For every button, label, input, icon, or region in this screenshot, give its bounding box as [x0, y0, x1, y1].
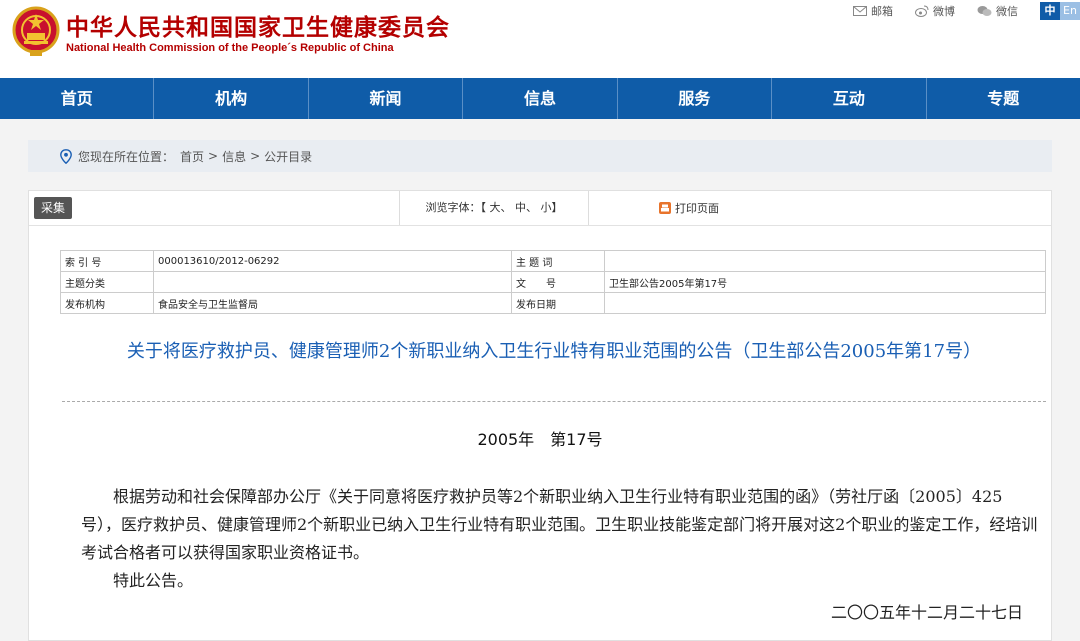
nav-organization[interactable]: 机构	[154, 78, 309, 119]
print-icon	[659, 202, 671, 214]
nav-information[interactable]: 信息	[463, 78, 618, 119]
meta-key: 主 题 词	[511, 250, 605, 272]
metadata-table: 索 引 号 000013610/2012-06292 主 题 词 主题分类 文 …	[60, 250, 1046, 314]
nav-topics[interactable]: 专题	[927, 78, 1080, 119]
mail-icon	[853, 6, 867, 16]
content-panel: 采集 浏览字体：【 大、 中、 小】 打印页面 索 引 号 000013610/…	[28, 190, 1052, 641]
site-header: 中华人民共和国国家卫生健康委员会 National Health Commiss…	[0, 0, 1080, 78]
body-paragraph: 特此公告。	[113, 571, 194, 590]
document-number: 2005年 第17号	[477, 430, 603, 449]
weibo-link[interactable]: 微博	[915, 3, 955, 19]
site-title-cn[interactable]: 中华人民共和国国家卫生健康委员会	[66, 8, 450, 42]
main-nav: 首页 机构 新闻 信息 服务 互动 专题	[0, 78, 1080, 119]
publish-date: 二〇〇五年十二月二十七日	[830, 603, 1023, 622]
national-emblem-icon[interactable]	[12, 4, 60, 58]
weibo-icon	[915, 5, 929, 17]
language-switch: 中 En	[1040, 2, 1080, 20]
collect-button[interactable]: 采集	[34, 197, 72, 219]
meta-value	[604, 292, 1046, 314]
meta-key: 索 引 号	[60, 250, 154, 272]
meta-value: 卫生部公告2005年第17号	[604, 271, 1046, 293]
nav-interaction[interactable]: 互动	[772, 78, 927, 119]
article-toolbar: 采集 浏览字体：【 大、 中、 小】 打印页面	[29, 191, 1051, 226]
top-links: 邮箱 微博 微信 中 En	[853, 2, 1080, 20]
nav-news[interactable]: 新闻	[309, 78, 464, 119]
divider	[62, 401, 1046, 402]
meta-value	[604, 250, 1046, 272]
mail-link[interactable]: 邮箱	[853, 3, 893, 19]
table-row: 索 引 号 000013610/2012-06292 主 题 词	[60, 250, 1046, 272]
table-row: 发布机构 食品安全与卫生监督局 发布日期	[60, 292, 1046, 314]
meta-key: 主题分类	[60, 271, 154, 293]
print-button[interactable]: 打印页面	[659, 191, 719, 225]
meta-key: 发布机构	[60, 292, 154, 314]
wechat-label: 微信	[996, 5, 1018, 18]
meta-value: 000013610/2012-06292	[153, 250, 512, 272]
article-title: 关于将医疗救护员、健康管理师2个新职业纳入卫生行业特有职业范围的公告（卫生部公告…	[126, 341, 982, 362]
weibo-label: 微博	[933, 5, 955, 18]
table-row: 主题分类 文 号 卫生部公告2005年第17号	[60, 271, 1046, 293]
breadcrumb: 您现在所在位置： 首页 > 信息 > 公开目录	[28, 140, 1052, 172]
wechat-link[interactable]: 微信	[977, 3, 1018, 19]
lang-cn-button[interactable]: 中	[1040, 2, 1060, 20]
nav-services[interactable]: 服务	[618, 78, 773, 119]
article-body: 根据劳动和社会保障部办公厅《关于同意将医疗救护员等2个新职业纳入卫生行业特有职业…	[81, 483, 1041, 595]
breadcrumb-information[interactable]: 信息	[222, 148, 246, 165]
location-pin-icon	[60, 148, 72, 164]
meta-key: 文 号	[511, 271, 605, 293]
print-label: 打印页面	[675, 202, 719, 215]
meta-value: 食品安全与卫生监督局	[153, 292, 512, 314]
nav-home[interactable]: 首页	[0, 78, 155, 119]
breadcrumb-catalog[interactable]: 公开目录	[264, 148, 312, 165]
site-title-en[interactable]: National Health Commission of the People…	[66, 42, 394, 54]
meta-key: 发布日期	[511, 292, 605, 314]
breadcrumb-prefix: 您现在所在位置：	[78, 149, 175, 164]
font-size-control[interactable]: 浏览字体：【 大、 中、 小】	[399, 191, 589, 225]
breadcrumb-home[interactable]: 首页	[180, 148, 204, 165]
breadcrumb-separator: >	[208, 149, 219, 163]
breadcrumb-separator: >	[250, 149, 261, 163]
mail-label: 邮箱	[871, 5, 893, 18]
wechat-icon	[977, 6, 992, 16]
body-paragraph: 根据劳动和社会保障部办公厅《关于同意将医疗救护员等2个新职业纳入卫生行业特有职业…	[81, 487, 1038, 562]
lang-en-button[interactable]: En	[1060, 2, 1080, 20]
meta-value	[153, 271, 512, 293]
